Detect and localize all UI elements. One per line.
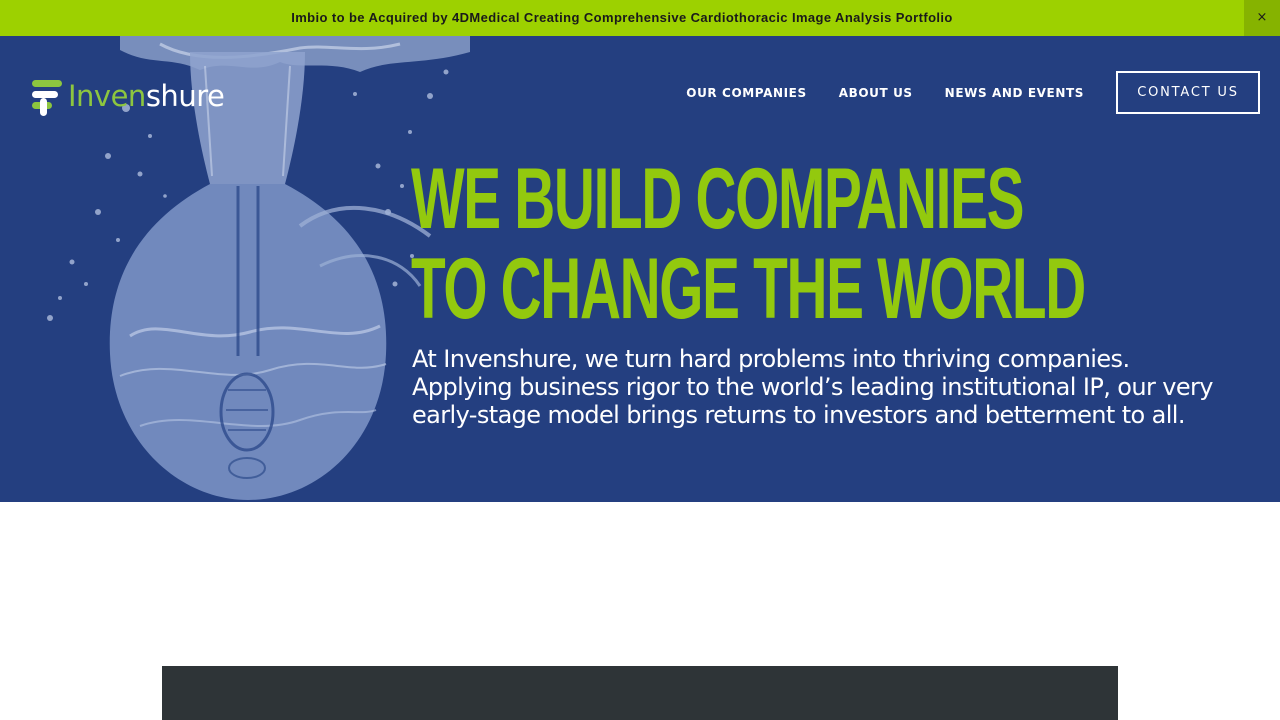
content-panel <box>162 666 1118 720</box>
nav-news-and-events[interactable]: NEWS AND EVENTS <box>945 86 1084 100</box>
headline-line-1: WE BUILD COMPANIES <box>411 151 1024 247</box>
hero-section: Invenshure OUR COMPANIES ABOUT US NEWS A… <box>0 36 1280 502</box>
main-nav: OUR COMPANIES ABOUT US NEWS AND EVENTS C… <box>686 71 1260 114</box>
announcement-link[interactable]: Imbio to be Acquired by 4DMedical Creati… <box>0 0 1244 36</box>
hero-headline: WE BUILD COMPANIES TO CHANGE THE WORLD <box>411 151 1086 337</box>
close-icon[interactable]: × <box>1244 0 1280 36</box>
nav-about-us[interactable]: ABOUT US <box>839 86 913 100</box>
headline-line-2: TO CHANGE THE WORLD <box>411 241 1086 337</box>
contact-us-button[interactable]: CONTACT US <box>1116 71 1260 114</box>
invenshure-logo[interactable]: Invenshure <box>30 74 225 118</box>
logo-mark-icon <box>32 80 62 116</box>
nav-our-companies[interactable]: OUR COMPANIES <box>686 86 806 100</box>
logo-text: Invenshure <box>68 78 225 113</box>
hero-intro-text: At Invenshure, we turn hard problems int… <box>412 345 1213 429</box>
announcement-bar: Imbio to be Acquired by 4DMedical Creati… <box>0 0 1280 36</box>
